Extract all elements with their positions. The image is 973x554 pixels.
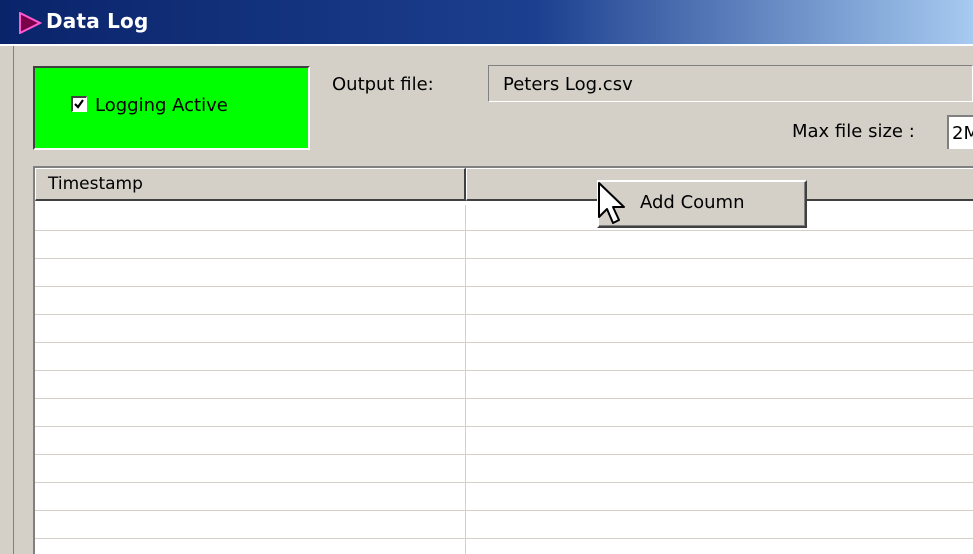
logging-active-label[interactable]: Logging Active xyxy=(95,95,228,116)
max-file-size-label: Max file size : xyxy=(792,121,915,142)
output-file-label: Output file: xyxy=(332,74,434,95)
data-log-window: Data Log Logging Active Output file: Pet… xyxy=(0,0,973,554)
logging-active-panel[interactable]: Logging Active xyxy=(33,66,310,150)
data-log-grid[interactable]: Timestamp xyxy=(33,166,973,554)
column-header-timestamp[interactable]: Timestamp xyxy=(35,168,466,201)
title-bar[interactable]: Data Log xyxy=(0,0,973,46)
window-title: Data Log xyxy=(46,9,149,33)
mouse-cursor-icon xyxy=(597,181,627,231)
add-column-button[interactable]: Add Coumn xyxy=(597,180,807,228)
column-divider xyxy=(465,168,466,554)
max-file-size-field[interactable]: 2M xyxy=(947,115,973,149)
add-column-label: Add Coumn xyxy=(640,192,745,213)
logging-active-checkbox[interactable] xyxy=(71,96,87,112)
header-separator xyxy=(35,201,973,205)
window-left-edge xyxy=(0,46,14,554)
checkmark-icon xyxy=(74,99,84,109)
output-file-field[interactable]: Peters Log.csv xyxy=(488,65,973,102)
play-arrow-icon xyxy=(18,11,43,35)
